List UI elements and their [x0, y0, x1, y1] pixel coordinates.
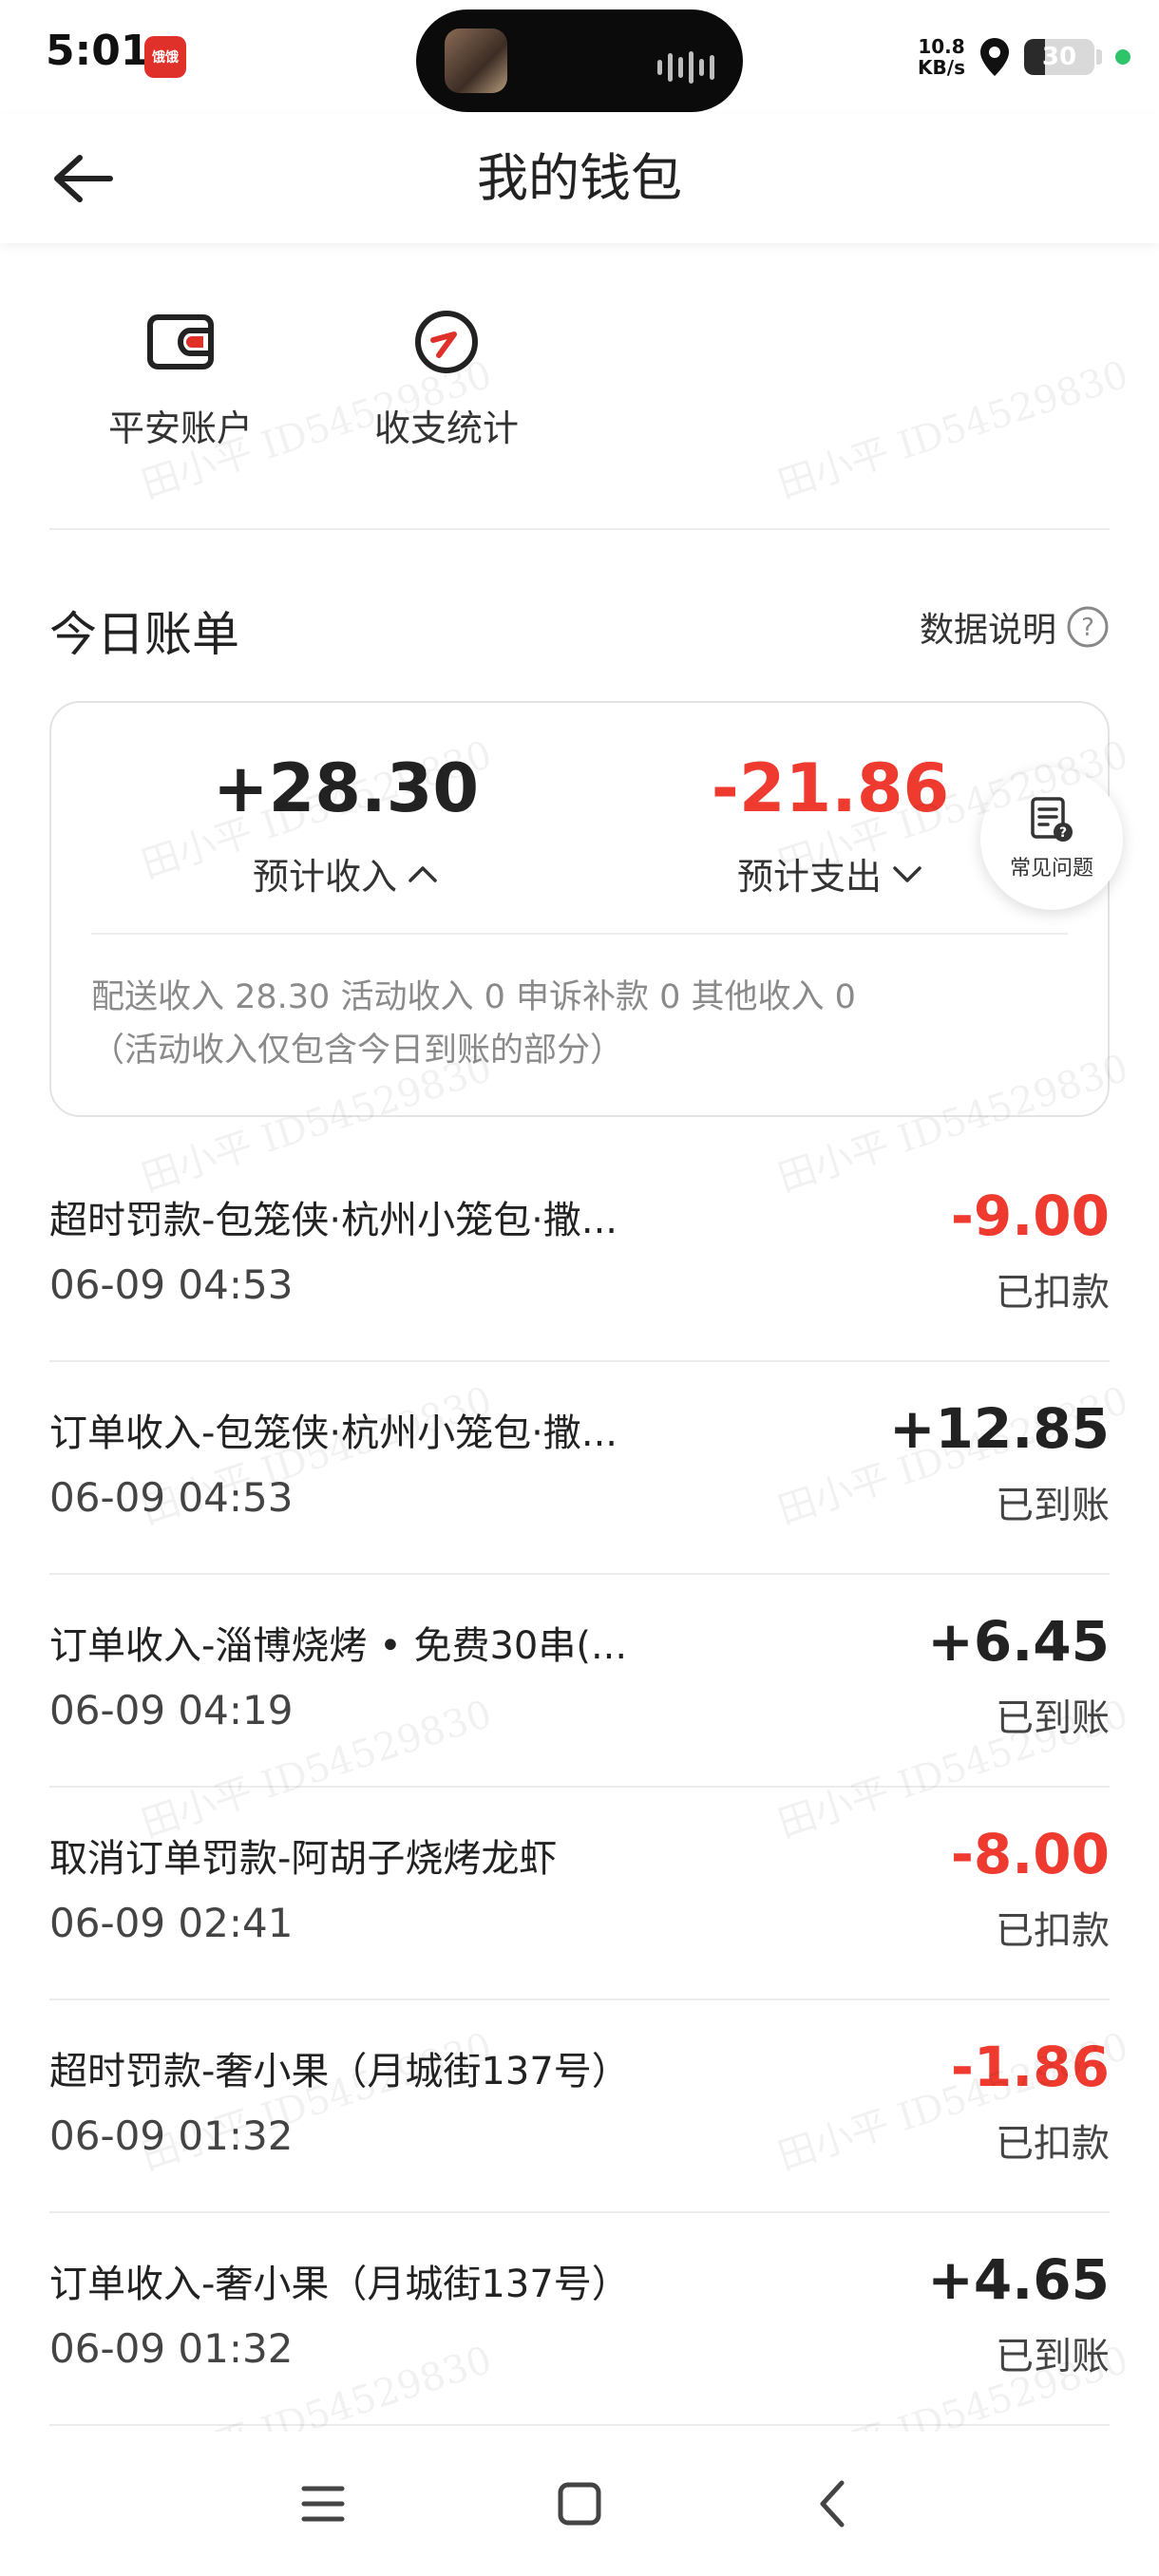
expense-label-row: 预计支出 [631, 847, 1030, 900]
shortcut-label: 收支统计 [373, 407, 519, 449]
transaction-amount: +4.65 [927, 2247, 1110, 2312]
transaction-time: 06-09 04:19 [49, 1687, 294, 1733]
status-bar: 5:01 饿饿 10.8 KB/s 30 [0, 0, 1159, 114]
app-header: 我的钱包 [0, 114, 1159, 243]
page-title: 我的钱包 [477, 148, 682, 208]
transaction-status: 已到账 [996, 1696, 1110, 1740]
transaction-row[interactable]: 取消订单罚款-阿胡子烧烤龙虾 06-09 02:41 -8.00 已扣款 [49, 1788, 1110, 2000]
faq-document-icon: ? [1031, 797, 1073, 842]
menu-icon[interactable] [285, 2466, 361, 2542]
income-label: 预计收入 [252, 856, 397, 898]
system-navigation-bar [0, 2432, 1159, 2576]
battery-tip [1096, 49, 1102, 65]
expense-amount: -21.86 [711, 749, 950, 827]
status-time: 5:01 [46, 27, 150, 75]
app-notification-icon: 饿饿 [144, 36, 186, 78]
card-divider [91, 933, 1068, 935]
wallet-icon [147, 314, 214, 369]
transaction-row[interactable]: 订单收入-包笼侠·杭州小笼包·撒... 06-09 04:53 +12.85 已… [49, 1362, 1110, 1575]
transaction-time: 06-09 02:41 [49, 1900, 294, 1946]
stats-icon [415, 311, 478, 373]
transaction-amount: -9.00 [950, 1184, 1110, 1248]
shortcut-label: 平安账户 [107, 407, 253, 449]
wallet-shortcuts: 平安账户 收支统计 [0, 285, 1159, 475]
transaction-time: 06-09 04:53 [49, 1474, 294, 1521]
question-mark-icon: ? [1067, 606, 1109, 648]
transaction-title: 订单收入-淄博烧烤 • 免费30串(... [49, 1624, 628, 1668]
expense-summary[interactable]: -21.86 预计支出 [631, 750, 1030, 900]
transaction-status: 已扣款 [996, 1909, 1110, 1953]
transaction-time: 06-09 01:32 [49, 2112, 294, 2159]
transaction-row[interactable]: 超时罚款-包笼侠·杭州小笼包·撒... 06-09 04:53 -9.00 已扣… [49, 1149, 1110, 1362]
transaction-status: 已到账 [996, 1484, 1110, 1527]
privacy-indicator-dot [1115, 49, 1130, 65]
media-thumbnail [445, 28, 507, 93]
transaction-status: 已到账 [996, 2335, 1110, 2378]
location-icon [980, 38, 1009, 76]
income-label-row: 预计收入 [146, 847, 545, 900]
transaction-title: 取消订单罚款-阿胡子烧烤龙虾 [49, 1837, 558, 1881]
faq-label: 常见问题 [1009, 857, 1093, 881]
income-breakdown: 配送收入 28.30 活动收入 0 申诉补款 0 其他收入 0 （活动收入仅包含… [91, 971, 1068, 1077]
faq-floating-button[interactable]: ? 常见问题 [980, 767, 1123, 910]
transaction-title: 订单收入-奢小果（月城街137号） [49, 2263, 630, 2306]
section-divider [49, 528, 1110, 530]
today-summary-card: +28.30 预计收入 -21.86 预计支出 配送收入 28.30 活动收入 … [49, 701, 1110, 1117]
chevron-up-icon [408, 865, 437, 882]
expense-label: 预计支出 [736, 856, 882, 898]
transaction-status: 已扣款 [996, 1271, 1110, 1315]
chevron-down-icon [893, 865, 922, 882]
transaction-list: 超时罚款-包笼侠·杭州小笼包·撒... 06-09 04:53 -9.00 已扣… [49, 1149, 1110, 2426]
transaction-row[interactable]: 超时罚款-奢小果（月城街137号） 06-09 01:32 -1.86 已扣款 [49, 2000, 1110, 2213]
transaction-title: 订单收入-包笼侠·杭州小笼包·撒... [49, 1411, 618, 1455]
transaction-amount: +12.85 [888, 1396, 1110, 1461]
battery-icon: 30 [1024, 39, 1094, 75]
back-chevron-icon[interactable] [796, 2466, 872, 2542]
svg-text:?: ? [1059, 825, 1067, 841]
transaction-amount: +6.45 [927, 1609, 1110, 1674]
status-indicators: 10.8 KB/s 30 [918, 28, 1130, 85]
breakdown-note: （活动收入仅包含今日到账的部分） [91, 1032, 624, 1070]
svg-text:?: ? [1081, 614, 1094, 642]
network-speed: 10.8 KB/s [918, 35, 965, 79]
income-summary[interactable]: +28.30 预计收入 [146, 750, 545, 900]
data-explanation-link[interactable]: 数据说明 ? [920, 602, 1110, 652]
transaction-time: 06-09 04:53 [49, 1261, 294, 1308]
transaction-amount: -8.00 [950, 1822, 1110, 1886]
shortcut-income-stats[interactable]: 收支统计 [342, 306, 551, 451]
transaction-title: 超时罚款-奢小果（月城街137号） [49, 2050, 630, 2093]
transaction-row[interactable]: 订单收入-奢小果（月城街137号） 06-09 01:32 +4.65 已到账 [49, 2213, 1110, 2426]
transaction-row[interactable]: 订单收入-淄博烧烤 • 免费30串(... 06-09 04:19 +6.45 … [49, 1575, 1110, 1788]
transaction-amount: -1.86 [950, 2035, 1110, 2099]
transaction-status: 已扣款 [996, 2122, 1110, 2166]
breakdown-line: 配送收入 28.30 活动收入 0 申诉补款 0 其他收入 0 [91, 978, 856, 1016]
income-amount: +28.30 [212, 749, 480, 827]
transaction-time: 06-09 01:32 [49, 2325, 294, 2372]
dynamic-island-media[interactable] [416, 9, 743, 112]
audio-wave-icon [657, 51, 714, 84]
shortcut-pingan-account[interactable]: 平安账户 [76, 306, 285, 451]
transaction-title: 超时罚款-包笼侠·杭州小笼包·撒... [49, 1199, 618, 1242]
home-square-icon[interactable] [542, 2466, 618, 2542]
data-note-label: 数据说明 [919, 611, 1056, 650]
today-bill-title: 今日账单 [49, 607, 239, 662]
